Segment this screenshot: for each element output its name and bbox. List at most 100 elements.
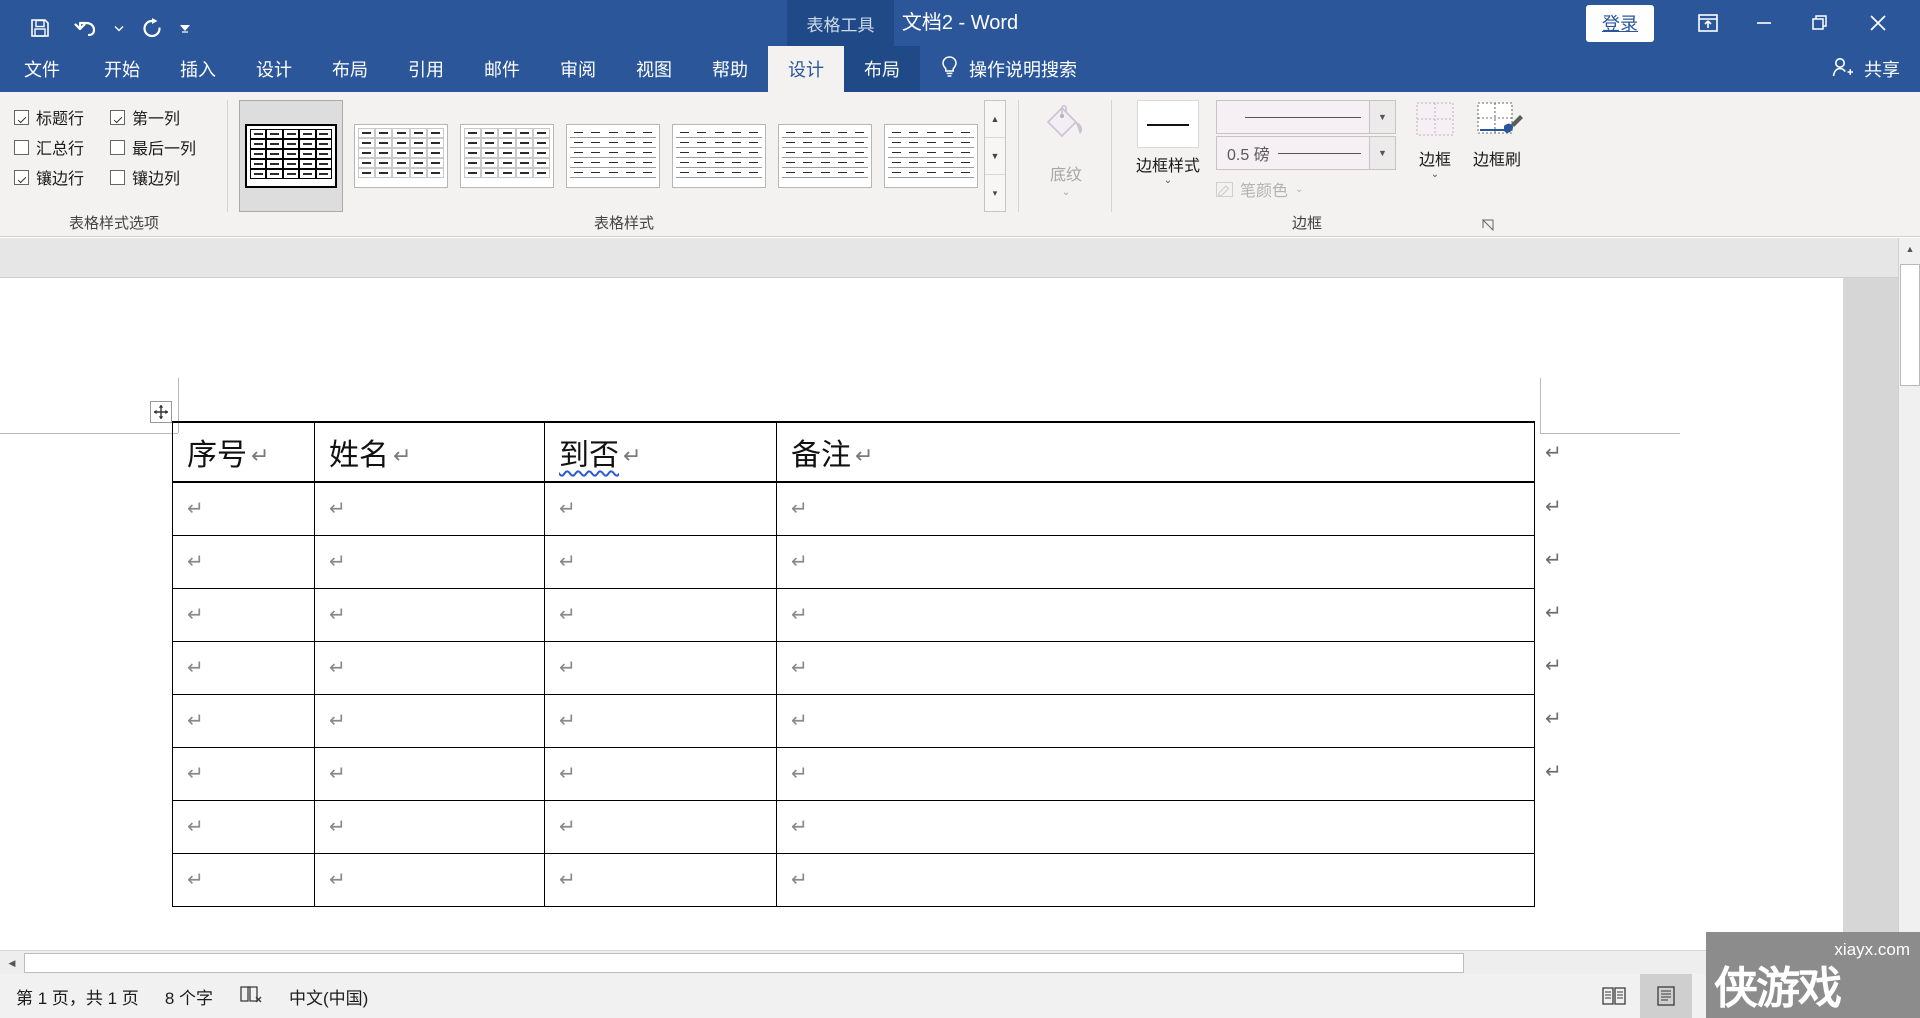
- table-cell[interactable]: ↵: [172, 799, 315, 854]
- table-cell[interactable]: ↵: [172, 534, 315, 589]
- line-weight-dropdown-icon[interactable]: ▼: [1369, 137, 1395, 169]
- shading-button[interactable]: 底纹 ⌄: [1020, 100, 1112, 198]
- checkbox-last-column[interactable]: 最后一列: [110, 132, 210, 162]
- table-style-item-3[interactable]: [565, 100, 661, 212]
- table-cell[interactable]: ↵: [776, 746, 1535, 801]
- borders-caret-icon[interactable]: ⌄: [1402, 170, 1468, 180]
- line-style-dropdown-icon[interactable]: ▼: [1369, 101, 1395, 133]
- table-cell[interactable]: ↵: [544, 481, 777, 536]
- table-cell[interactable]: ↵: [314, 587, 545, 642]
- table-style-item-5[interactable]: [777, 100, 873, 212]
- redo-icon[interactable]: [130, 8, 174, 48]
- gallery-scroll-down-button[interactable]: ▼: [985, 138, 1005, 175]
- gallery-more-button[interactable]: ▾: [985, 175, 1005, 211]
- table-style-item-6[interactable]: [883, 100, 979, 212]
- proofing-errors-icon[interactable]: [239, 984, 263, 1009]
- table-cell[interactable]: ↵: [544, 534, 777, 589]
- table-cell[interactable]: ↵: [544, 693, 777, 748]
- tab-layout[interactable]: 布局: [312, 46, 388, 92]
- table-cell[interactable]: ↵: [314, 852, 545, 907]
- tab-help[interactable]: 帮助: [692, 46, 768, 92]
- checkbox-total-row[interactable]: 汇总行: [14, 132, 110, 162]
- table-row[interactable]: ↵ ↵ ↵ ↵: [172, 481, 1535, 536]
- save-icon[interactable]: [18, 8, 62, 48]
- line-weight-combo[interactable]: 0.5 磅 ▼: [1216, 136, 1396, 170]
- tab-references[interactable]: 引用: [388, 46, 464, 92]
- tab-mailings[interactable]: 邮件: [464, 46, 540, 92]
- scroll-up-button[interactable]: ▲: [1899, 238, 1920, 260]
- page-indicator[interactable]: 第 1 页，共 1 页: [16, 984, 139, 1009]
- table-header-cell-1[interactable]: 姓名 ↵: [314, 421, 545, 483]
- table-cell[interactable]: ↵: [172, 852, 315, 907]
- table-cell[interactable]: ↵: [172, 693, 315, 748]
- table-cell[interactable]: ↵: [172, 640, 315, 695]
- word-count[interactable]: 8 个字: [165, 984, 213, 1009]
- tell-me-search[interactable]: 操作说明搜索: [940, 46, 1077, 92]
- table-cell[interactable]: ↵: [172, 746, 315, 801]
- table-cell[interactable]: ↵: [314, 693, 545, 748]
- table-header-cell-3[interactable]: 备注 ↵: [776, 421, 1535, 483]
- table-cell[interactable]: ↵: [544, 587, 777, 642]
- restore-icon[interactable]: [1792, 0, 1848, 46]
- checkbox-banded-columns[interactable]: 镶边列: [110, 162, 210, 192]
- tab-insert[interactable]: 插入: [160, 46, 236, 92]
- tab-home[interactable]: 开始: [84, 46, 160, 92]
- table-cell[interactable]: ↵: [776, 481, 1535, 536]
- undo-dropdown-icon[interactable]: [110, 8, 128, 48]
- shading-caret-icon[interactable]: ⌄: [1062, 188, 1070, 198]
- table-cell[interactable]: ↵: [314, 640, 545, 695]
- table-cell[interactable]: ↵: [544, 799, 777, 854]
- tab-table-layout[interactable]: 布局: [844, 46, 920, 92]
- signin-button[interactable]: 登录: [1586, 4, 1654, 42]
- pen-color-button[interactable]: 笔颜色 ⌄: [1216, 177, 1396, 201]
- ribbon-display-options-icon[interactable]: [1680, 0, 1736, 46]
- table-cell[interactable]: ↵: [544, 852, 777, 907]
- checkbox-banded-rows[interactable]: 镶边行: [14, 162, 110, 192]
- language-indicator[interactable]: 中文(中国): [289, 984, 368, 1009]
- table-move-handle[interactable]: [150, 401, 172, 423]
- table-cell[interactable]: ↵: [776, 799, 1535, 854]
- border-painter-button[interactable]: 边框刷: [1464, 100, 1530, 170]
- table-style-item-2[interactable]: [459, 100, 555, 212]
- close-icon[interactable]: [1848, 0, 1908, 46]
- table-style-item-0[interactable]: [239, 100, 343, 212]
- table-cell[interactable]: ↵: [776, 693, 1535, 748]
- table-cell[interactable]: ↵: [776, 852, 1535, 907]
- table-header-cell-0[interactable]: 序号 ↵: [172, 421, 315, 483]
- table-cell[interactable]: ↵: [544, 640, 777, 695]
- tab-review[interactable]: 审阅: [540, 46, 616, 92]
- customize-qat-icon[interactable]: [176, 8, 194, 48]
- gallery-scroll-up-button[interactable]: ▲: [985, 101, 1005, 138]
- document-page[interactable]: 序号 ↵ 姓名 ↵ 到否 ↵ 备注 ↵ ↵ ↵ ↵ ↵ ↵ ↵ ↵ ↵ ↵ ↵ …: [0, 278, 1843, 978]
- table-row[interactable]: ↵ ↵ ↵ ↵: [172, 534, 1535, 589]
- vertical-scrollbar[interactable]: ▲ ▼: [1898, 238, 1920, 978]
- gallery-scroll-buttons[interactable]: ▲ ▼ ▾: [984, 100, 1006, 212]
- document-table[interactable]: 序号 ↵ 姓名 ↵ 到否 ↵ 备注 ↵ ↵ ↵ ↵ ↵ ↵ ↵ ↵ ↵ ↵ ↵ …: [172, 421, 1535, 907]
- horizontal-scrollbar[interactable]: ◀: [0, 950, 1920, 974]
- table-cell[interactable]: ↵: [776, 640, 1535, 695]
- tab-design[interactable]: 设计: [236, 46, 312, 92]
- table-styles-gallery[interactable]: [239, 100, 979, 212]
- table-cell[interactable]: ↵: [776, 534, 1535, 589]
- border-styles-button[interactable]: 边框样式 ⌄: [1126, 100, 1210, 186]
- ruler-strip[interactable]: [0, 238, 1920, 278]
- table-row[interactable]: ↵ ↵ ↵ ↵: [172, 746, 1535, 801]
- table-row[interactable]: ↵ ↵ ↵ ↵: [172, 693, 1535, 748]
- table-cell[interactable]: ↵: [314, 481, 545, 536]
- table-style-item-1[interactable]: [353, 100, 449, 212]
- table-style-item-4[interactable]: [671, 100, 767, 212]
- share-button[interactable]: 共享: [1831, 46, 1900, 92]
- checkbox-header-row[interactable]: 标题行: [14, 102, 110, 132]
- table-row[interactable]: ↵ ↵ ↵ ↵: [172, 587, 1535, 642]
- checkbox-first-column[interactable]: 第一列: [110, 102, 210, 132]
- table-cell[interactable]: ↵: [172, 481, 315, 536]
- table-cell[interactable]: ↵: [544, 746, 777, 801]
- table-cell[interactable]: ↵: [314, 534, 545, 589]
- vertical-scrollbar-thumb[interactable]: [1900, 264, 1920, 386]
- scroll-left-button[interactable]: ◀: [1, 952, 23, 974]
- table-cell[interactable]: ↵: [314, 746, 545, 801]
- borders-dialog-launcher[interactable]: [1481, 219, 1494, 232]
- tab-view[interactable]: 视图: [616, 46, 692, 92]
- tab-file[interactable]: 文件: [0, 46, 84, 92]
- minimize-icon[interactable]: [1736, 0, 1792, 46]
